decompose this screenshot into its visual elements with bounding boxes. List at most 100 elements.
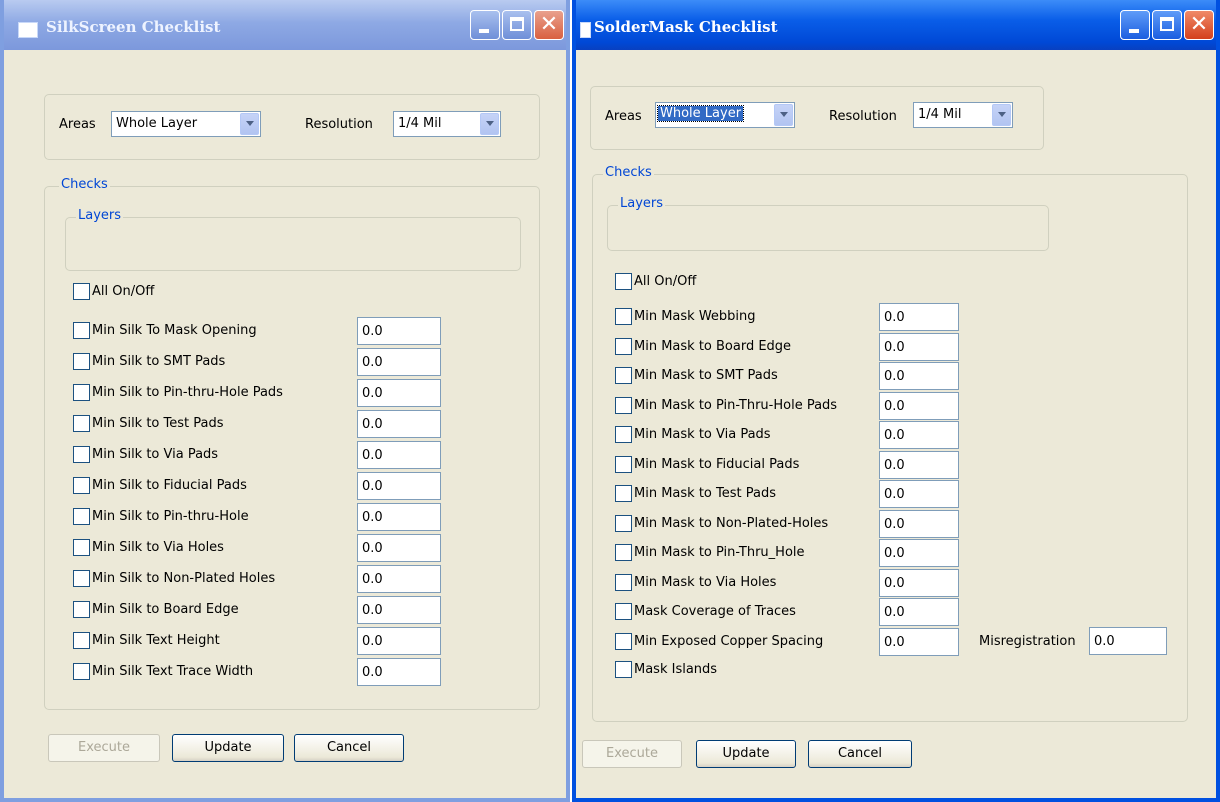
cancel-button[interactable]: Cancel — [294, 734, 404, 762]
minimize-icon — [479, 29, 489, 33]
check-item-label: Min Mask to Via Holes — [634, 574, 777, 590]
check-item-input[interactable]: 0.0 — [879, 303, 959, 331]
areas-dropdown[interactable]: Whole Layer — [111, 111, 261, 137]
check-item-value: 0.0 — [884, 516, 905, 532]
chevron-down-icon[interactable] — [480, 113, 499, 135]
minimize-button[interactable] — [1120, 10, 1150, 40]
check-item-input[interactable]: 0.0 — [879, 509, 959, 538]
check-item-checkbox[interactable] — [615, 514, 632, 532]
check-item-input[interactable]: 0.0 — [879, 627, 959, 656]
check-item-checkbox[interactable] — [615, 426, 632, 443]
check-item-value: 0.0 — [362, 572, 383, 587]
check-item-input[interactable]: 0.0 — [879, 362, 959, 390]
cancel-button[interactable]: Cancel — [808, 740, 912, 768]
check-item-input[interactable]: 0.0 — [879, 568, 959, 597]
check-item-label: Min Silk to SMT Pads — [92, 354, 226, 369]
check-item-checkbox[interactable] — [73, 384, 90, 401]
check-item-input[interactable]: 0.0 — [357, 317, 441, 345]
minimize-button[interactable] — [470, 10, 500, 40]
check-item-value: 0.0 — [362, 324, 383, 339]
execute-button[interactable]: Execute — [48, 734, 160, 762]
check-item-checkbox[interactable] — [73, 322, 90, 339]
check-item-input[interactable]: 0.0 — [357, 472, 441, 500]
silkscreen-window: SilkScreen Checklist ✕ Areas Whole Layer… — [0, 0, 570, 802]
check-item-checkbox[interactable] — [73, 508, 90, 525]
silkscreen-titlebar[interactable]: SilkScreen Checklist ✕ — [4, 0, 566, 50]
check-item-checkbox[interactable] — [73, 663, 90, 680]
areas-dropdown[interactable]: Whole Layer — [655, 102, 795, 128]
check-item-label: Min Mask to Fiducial Pads — [634, 456, 800, 472]
check-item-checkbox[interactable] — [615, 603, 632, 620]
check-item-checkbox[interactable] — [73, 570, 90, 587]
areas-value: Whole Layer — [116, 116, 198, 131]
check-item-checkbox[interactable] — [615, 308, 632, 325]
maximize-button[interactable] — [502, 10, 532, 40]
check-item-checkbox[interactable] — [73, 477, 90, 494]
check-item-label: Min Mask to SMT Pads — [634, 368, 778, 383]
check-item-checkbox[interactable] — [73, 539, 90, 556]
check-item-label: Min Silk to Test Pads — [92, 416, 224, 431]
check-item-checkbox[interactable] — [73, 446, 90, 463]
check-item-value: 0.0 — [884, 546, 905, 561]
mask-islands-checkbox[interactable] — [615, 661, 632, 678]
check-item-input[interactable]: 0.0 — [879, 391, 959, 420]
check-item-checkbox[interactable] — [615, 337, 632, 355]
soldermask-titlebar[interactable]: SolderMask Checklist ✕ — [576, 0, 1216, 50]
check-item-input[interactable]: 0.0 — [357, 503, 441, 531]
check-item-input[interactable]: 0.0 — [357, 410, 441, 438]
checks-legend: Checks — [603, 165, 654, 180]
maximize-button[interactable] — [1152, 10, 1182, 40]
chevron-down-icon[interactable] — [774, 104, 793, 126]
check-item-checkbox[interactable] — [615, 485, 632, 502]
checks-legend: Checks — [59, 177, 110, 192]
update-button[interactable]: Update — [172, 734, 284, 762]
chevron-down-icon[interactable] — [240, 113, 259, 135]
check-item-label: Min Silk Text Height — [92, 633, 220, 648]
check-item-checkbox[interactable] — [615, 544, 632, 561]
close-button[interactable]: ✕ — [534, 10, 564, 40]
check-item-input[interactable]: 0.0 — [357, 348, 441, 376]
check-item-input[interactable]: 0.0 — [357, 534, 441, 562]
all-on-off-checkbox[interactable] — [73, 283, 90, 300]
resolution-dropdown[interactable]: 1/4 Mil — [913, 102, 1013, 128]
check-item-input[interactable]: 0.0 — [879, 539, 959, 567]
resolution-value: 1/4 Mil — [398, 116, 442, 131]
check-item-input[interactable]: 0.0 — [357, 627, 441, 655]
check-item-checkbox[interactable] — [73, 632, 90, 649]
check-item-checkbox[interactable] — [615, 367, 632, 384]
window-icon — [18, 22, 38, 38]
check-item-checkbox[interactable] — [73, 353, 90, 370]
check-item-value: 0.0 — [884, 487, 905, 502]
check-item-input[interactable]: 0.0 — [357, 565, 441, 593]
check-item-checkbox[interactable] — [73, 601, 90, 618]
resolution-dropdown[interactable]: 1/4 Mil — [393, 111, 501, 137]
resolution-value: 1/4 Mil — [918, 107, 962, 122]
all-on-off-label: All On/Off — [92, 284, 155, 299]
all-on-off-checkbox[interactable] — [615, 273, 632, 290]
check-item-input[interactable]: 0.0 — [879, 480, 959, 508]
check-item-input[interactable]: 0.0 — [357, 379, 441, 407]
misregistration-input[interactable]: 0.0 — [1089, 627, 1167, 655]
chevron-down-icon[interactable] — [992, 104, 1011, 126]
check-item-label: Min Exposed Copper Spacing — [634, 633, 824, 649]
check-item-checkbox[interactable] — [615, 396, 632, 414]
check-item-input[interactable]: 0.0 — [357, 596, 441, 624]
check-item-input[interactable]: 0.0 — [879, 598, 959, 626]
check-item-checkbox[interactable] — [615, 455, 632, 473]
check-item-input[interactable]: 0.0 — [879, 332, 959, 361]
check-item-checkbox[interactable] — [73, 415, 90, 432]
check-item-input[interactable]: 0.0 — [357, 441, 441, 469]
update-button[interactable]: Update — [696, 740, 796, 768]
check-item-label: Mask Coverage of Traces — [634, 604, 796, 619]
layers-group: Layers — [607, 196, 1049, 251]
check-item-checkbox[interactable] — [615, 632, 632, 650]
check-item-input[interactable]: 0.0 — [879, 421, 959, 449]
areas-label: Areas — [605, 109, 642, 124]
mask-islands-label: Mask Islands — [634, 662, 718, 677]
check-item-value: 0.0 — [362, 417, 383, 432]
check-item-input[interactable]: 0.0 — [357, 658, 441, 686]
check-item-input[interactable]: 0.0 — [879, 450, 959, 479]
check-item-checkbox[interactable] — [615, 573, 632, 591]
execute-button[interactable]: Execute — [582, 740, 682, 768]
close-button[interactable]: ✕ — [1184, 10, 1214, 40]
